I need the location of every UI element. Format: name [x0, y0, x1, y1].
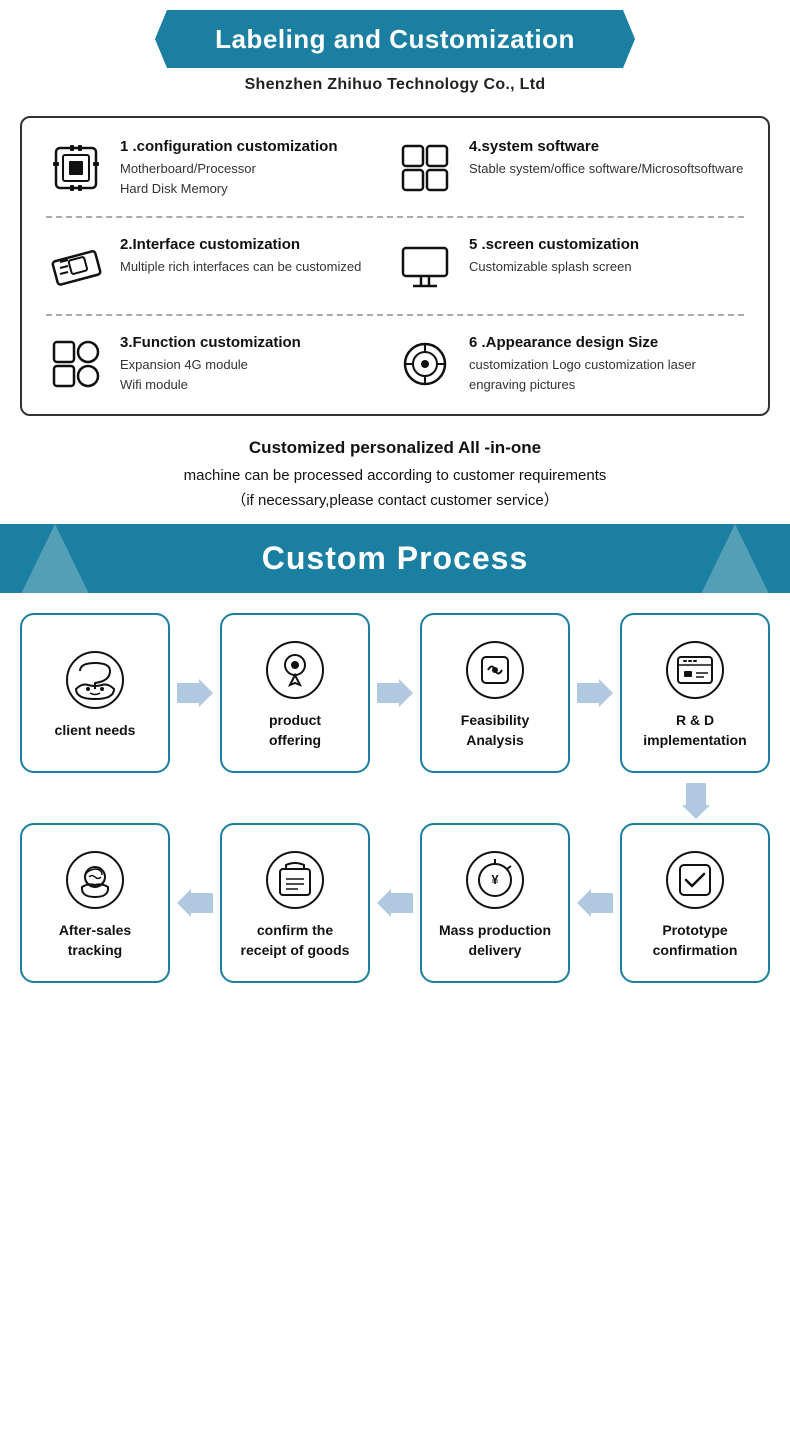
customization-box: 1 .configuration customization Motherboa…: [20, 116, 770, 416]
arrow-right-2: [377, 675, 413, 711]
header-banner: Labeling and Customization Shenzhen Zhih…: [0, 0, 790, 100]
appearance-icon: [395, 334, 455, 394]
promo-line1: Customized personalized All -in-one: [20, 434, 770, 463]
banner-title-wrap: Labeling and Customization: [155, 10, 635, 68]
client-needs-icon: [64, 649, 126, 711]
process-header-inner: Custom Process: [0, 530, 790, 587]
arrow-left-1: [577, 885, 613, 921]
feasibility-icon: [464, 639, 526, 701]
svg-text:¥: ¥: [491, 872, 499, 887]
process-row-1: client needs product offering: [20, 613, 770, 773]
process-corner-right: [700, 524, 770, 596]
process-flow: client needs product offering: [0, 593, 790, 1003]
config-icon: [46, 138, 106, 198]
feasibility-label: Feasibility Analysis: [461, 711, 529, 750]
custom-text-software: 4.system software Stable system/office s…: [469, 138, 743, 179]
custom-item-appearance: 6 .Appearance design Size customization …: [395, 334, 744, 394]
page-title: Labeling and Customization: [215, 24, 575, 55]
product-offering-label: product offering: [269, 711, 321, 750]
custom-text-config: 1 .configuration customization Motherboa…: [120, 138, 338, 198]
process-card-after-sales: After-sales tracking: [20, 823, 170, 983]
process-card-feasibility: Feasibility Analysis: [420, 613, 570, 773]
function-icon: [46, 334, 106, 394]
process-card-rd: R & D implementation: [620, 613, 770, 773]
confirm-receipt-label: confirm the receipt of goods: [241, 921, 350, 960]
arrow-left-2: [377, 885, 413, 921]
promo-line3: （if necessary,please contact customer se…: [20, 488, 770, 514]
after-sales-icon: [64, 849, 126, 911]
screen-icon: [395, 236, 455, 296]
custom-item-function: 3.Function customization Expansion 4G mo…: [46, 334, 395, 394]
custom-item-software: 4.system software Stable system/office s…: [395, 138, 744, 198]
custom-text-appearance: 6 .Appearance design Size customization …: [469, 334, 744, 394]
mass-production-label: Mass production delivery: [439, 921, 551, 960]
after-sales-label: After-sales tracking: [59, 921, 131, 960]
process-corner-left: [20, 524, 90, 596]
arrow-right-1: [177, 675, 213, 711]
arrow-right-3: [577, 675, 613, 711]
arrow-down: [20, 783, 770, 819]
process-row-2: Prototype confirmation ¥ Mass production…: [20, 823, 770, 983]
custom-item-interface: 2.Interface customization Multiple rich …: [46, 236, 395, 296]
rd-icon: [664, 639, 726, 701]
process-card-prototype: Prototype confirmation: [620, 823, 770, 983]
confirm-receipt-icon: [264, 849, 326, 911]
custom-text-function: 3.Function customization Expansion 4G mo…: [120, 334, 301, 394]
product-offering-icon: [264, 639, 326, 701]
divider-1: [46, 216, 744, 218]
process-header: Custom Process: [0, 524, 790, 593]
arrow-left-3: [177, 885, 213, 921]
rd-label: R & D implementation: [643, 711, 746, 750]
subtitle: Shenzhen Zhihuo Technology Co., Ltd: [245, 76, 546, 94]
custom-item-screen: 5 .screen customization Customizable spl…: [395, 236, 744, 296]
process-card-mass-production: ¥ Mass production delivery: [420, 823, 570, 983]
custom-row-2: 2.Interface customization Multiple rich …: [46, 236, 744, 296]
process-title: Custom Process: [262, 530, 529, 587]
process-card-product-offering: product offering: [220, 613, 370, 773]
custom-text-screen: 5 .screen customization Customizable spl…: [469, 236, 639, 277]
prototype-label: Prototype confirmation: [653, 921, 738, 960]
mass-production-icon: ¥: [464, 849, 526, 911]
prototype-icon: [664, 849, 726, 911]
promo-line2: machine can be processed according to cu…: [20, 463, 770, 489]
custom-row-3: 3.Function customization Expansion 4G mo…: [46, 334, 744, 394]
software-icon: [395, 138, 455, 198]
promo-text: Customized personalized All -in-one mach…: [20, 434, 770, 514]
process-card-confirm-receipt: confirm the receipt of goods: [220, 823, 370, 983]
custom-row-1: 1 .configuration customization Motherboa…: [46, 138, 744, 198]
custom-text-interface: 2.Interface customization Multiple rich …: [120, 236, 361, 277]
interface-icon: [46, 236, 106, 296]
client-needs-label: client needs: [55, 721, 136, 741]
divider-2: [46, 314, 744, 316]
process-card-client-needs: client needs: [20, 613, 170, 773]
custom-item-config: 1 .configuration customization Motherboa…: [46, 138, 395, 198]
